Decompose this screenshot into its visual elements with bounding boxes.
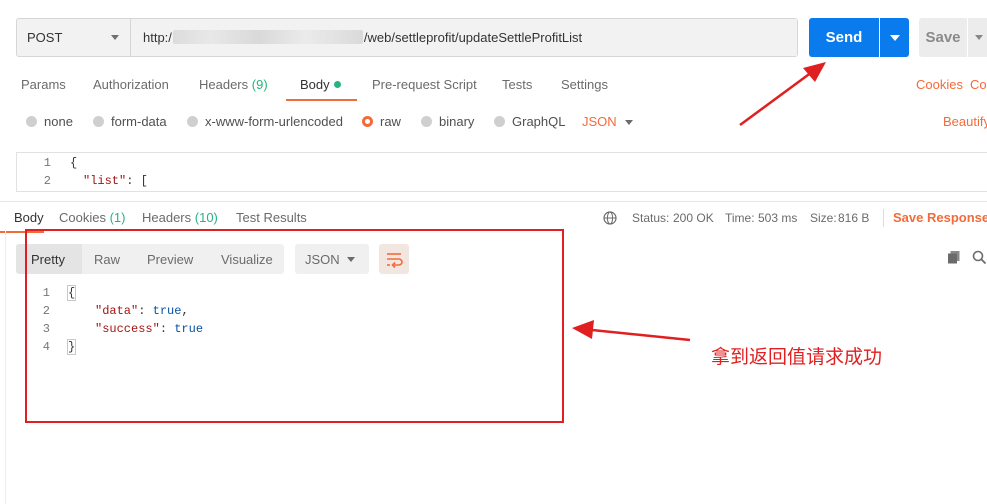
- request-body-editor[interactable]: 1 2 { "list": [: [16, 152, 987, 192]
- send-button[interactable]: Send: [809, 18, 879, 57]
- radio-circle: [187, 116, 198, 127]
- json-key: "list": [83, 174, 127, 188]
- separator: [883, 209, 884, 227]
- status-label: Status:: [632, 211, 670, 225]
- chevron-down-icon: [625, 120, 633, 125]
- line-number: 2: [43, 174, 51, 188]
- code-link[interactable]: Cod: [970, 77, 987, 92]
- copy-icon[interactable]: [947, 250, 961, 264]
- tab-authorization[interactable]: Authorization: [93, 77, 169, 92]
- size-label: Size:: [810, 211, 837, 225]
- panel-border: [5, 230, 6, 504]
- time-value[interactable]: 503 ms: [758, 211, 797, 225]
- chevron-down-icon: [111, 35, 119, 40]
- code-line: {: [70, 156, 78, 170]
- tab-headers-label: Headers: [199, 77, 249, 92]
- json-punct: : [: [126, 174, 148, 188]
- radio-circle-selected: [362, 116, 373, 127]
- globe-icon[interactable]: [603, 211, 617, 225]
- radio-raw[interactable]: raw: [362, 114, 401, 129]
- send-options-button[interactable]: [880, 18, 909, 57]
- radio-label: none: [44, 114, 73, 129]
- code-line: "list": [: [83, 174, 148, 188]
- save-response-button[interactable]: Save Response: [893, 210, 987, 225]
- radio-circle: [26, 116, 37, 127]
- radio-label: GraphQL: [512, 114, 566, 129]
- radio-form-data[interactable]: form-data: [93, 114, 167, 129]
- radio-graphql[interactable]: GraphQL: [494, 114, 565, 129]
- body-format-select[interactable]: JSON: [582, 114, 617, 129]
- radio-circle: [494, 116, 505, 127]
- url-text: http:/ /web/settleprofit/updateSettleProf…: [143, 30, 582, 45]
- tab-tests[interactable]: Tests: [502, 77, 532, 92]
- size-value[interactable]: 816 B: [838, 211, 869, 225]
- tab-test-results[interactable]: Test Results: [236, 210, 307, 225]
- radio-urlencoded[interactable]: x-www-form-urlencoded: [187, 114, 343, 129]
- url-suffix: /web/settleprofit/updateSettleProfitList: [363, 30, 583, 45]
- body-indicator-dot: [333, 81, 341, 88]
- tab-label: Cookies: [59, 210, 106, 225]
- arrow-to-send: [739, 62, 826, 127]
- tab-response-cookies[interactable]: Cookies (1): [59, 210, 125, 225]
- tab-params[interactable]: Params: [21, 77, 66, 92]
- request-bar: POST http:/ /web/settleprofit/updateSettl…: [16, 18, 798, 57]
- cookies-link[interactable]: Cookies: [916, 77, 963, 92]
- url-prefix: http:/: [143, 30, 172, 45]
- active-tab-underline: [286, 99, 357, 101]
- status-value[interactable]: 200 OK: [673, 211, 714, 225]
- headers-count: (10): [194, 210, 218, 225]
- tab-pre-request-script[interactable]: Pre-request Script: [372, 77, 477, 92]
- tab-response-headers[interactable]: Headers (10): [142, 210, 218, 225]
- radio-label: binary: [439, 114, 475, 129]
- pane-divider[interactable]: [0, 201, 987, 202]
- save-options-button[interactable]: [968, 18, 987, 57]
- redacted-host: [172, 30, 363, 44]
- tab-body[interactable]: Body: [300, 77, 341, 92]
- tab-settings[interactable]: Settings: [561, 77, 608, 92]
- save-button[interactable]: Save: [919, 18, 967, 57]
- annotation-text: 拿到返回值请求成功: [711, 347, 883, 368]
- radio-label: raw: [380, 114, 401, 129]
- tab-headers[interactable]: Headers (9): [199, 77, 268, 92]
- annotation-highlight-box: [25, 229, 564, 423]
- method-label: POST: [27, 30, 63, 45]
- caret-down-icon: [890, 35, 900, 41]
- line-number: 1: [43, 156, 51, 170]
- method-select[interactable]: POST: [17, 19, 131, 56]
- radio-circle: [421, 116, 432, 127]
- radio-none[interactable]: none: [26, 114, 73, 129]
- url-input[interactable]: http:/ /web/settleprofit/updateSettleProf…: [131, 19, 797, 56]
- caret-down-icon: [975, 35, 983, 40]
- beautify-link[interactable]: Beautify: [943, 114, 987, 129]
- radio-binary[interactable]: binary: [421, 114, 474, 129]
- time-label: Time:: [725, 211, 755, 225]
- radio-label: x-www-form-urlencoded: [205, 114, 343, 129]
- tab-label: Headers: [142, 210, 192, 225]
- search-icon[interactable]: [972, 250, 987, 265]
- tab-response-body[interactable]: Body: [14, 210, 44, 225]
- headers-count: (9): [251, 77, 268, 92]
- tab-body-label: Body: [300, 77, 330, 92]
- arrow-to-response: [572, 320, 691, 342]
- radio-circle: [93, 116, 104, 127]
- radio-label: form-data: [111, 114, 167, 129]
- cookies-count: (1): [109, 210, 126, 225]
